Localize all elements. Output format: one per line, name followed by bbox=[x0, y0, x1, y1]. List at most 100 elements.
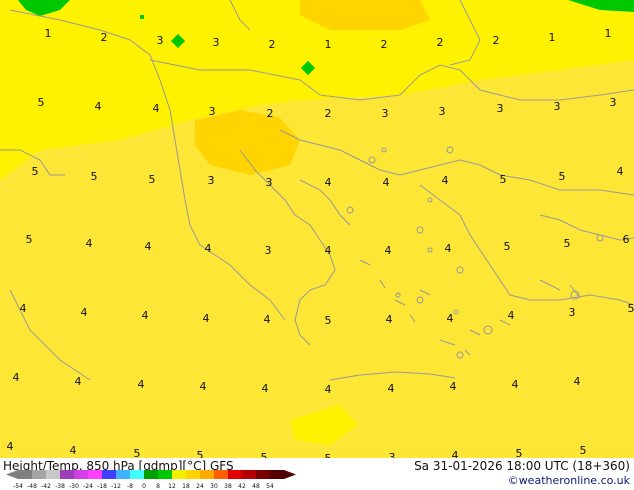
colorbar-tick: -38 bbox=[55, 483, 65, 490]
value-label: 2 bbox=[493, 34, 500, 47]
forecast-datetime: Sa 31-01-2026 18:00 UTC (18+360) bbox=[414, 459, 630, 473]
colorbar-min-arrow bbox=[6, 470, 18, 479]
colorbar-max-arrow bbox=[284, 470, 296, 479]
value-label: 4 bbox=[205, 242, 212, 255]
colorbar-swatch bbox=[46, 470, 60, 479]
value-label: 3 bbox=[382, 107, 389, 120]
colorbar-tick: 38 bbox=[224, 483, 232, 490]
value-label: 2 bbox=[437, 36, 444, 49]
value-label: 3 bbox=[266, 176, 273, 189]
colorbar-tick: -48 bbox=[27, 483, 37, 490]
colorbar-tick: 18 bbox=[182, 483, 190, 490]
value-label: 3 bbox=[569, 306, 576, 319]
colorbar-swatch bbox=[158, 470, 172, 479]
value-label: 5 bbox=[325, 314, 332, 327]
value-label: 4 bbox=[95, 100, 102, 113]
colorbar-tick: -18 bbox=[97, 483, 107, 490]
value-label: 4 bbox=[445, 242, 452, 255]
value-label: 3 bbox=[497, 102, 504, 115]
value-label: 4 bbox=[508, 309, 515, 322]
value-label: 4 bbox=[86, 237, 93, 250]
value-label: 3 bbox=[208, 174, 215, 187]
value-label: 3 bbox=[157, 34, 164, 47]
value-label: 1 bbox=[549, 31, 556, 44]
value-label: 4 bbox=[383, 176, 390, 189]
value-label: 5 bbox=[628, 302, 634, 315]
colorbar-swatch bbox=[172, 470, 186, 479]
value-label: 5 bbox=[559, 170, 566, 183]
colorbar-tick: -8 bbox=[127, 483, 133, 490]
value-label: 5 bbox=[504, 240, 511, 253]
colorbar-swatch bbox=[116, 470, 130, 479]
value-label: 4 bbox=[203, 312, 210, 325]
colorbar-tick: 24 bbox=[196, 483, 204, 490]
colorbar-swatch bbox=[270, 470, 284, 479]
value-label: 2 bbox=[101, 31, 108, 44]
value-label: 4 bbox=[574, 375, 581, 388]
colorbar-tick: -54 bbox=[13, 483, 23, 490]
colorbar-swatch bbox=[256, 470, 270, 479]
value-label: 2 bbox=[325, 107, 332, 120]
value-label: 5 bbox=[38, 96, 45, 109]
colorbar-tick: -42 bbox=[41, 483, 51, 490]
value-label: 5 bbox=[91, 170, 98, 183]
value-label: 5 bbox=[500, 173, 507, 186]
value-label: 4 bbox=[142, 309, 149, 322]
value-label: 4 bbox=[386, 313, 393, 326]
value-label: 3 bbox=[439, 105, 446, 118]
value-label: 4 bbox=[200, 380, 207, 393]
colorbar-ticks: -54 -48 -42 -38 -30 -24 -18 -12 -8 0 8 12 18 24 30 38 42… bbox=[13, 483, 274, 490]
colorbar-swatch bbox=[228, 470, 242, 479]
colorbar-swatch bbox=[88, 470, 102, 479]
weather-map[interactable]: 1 2 3 3 2 1 2 2 2 1 1 5 4 4 3 2 2 3 3 3 3 3 5 5 5 3 3 4 4 4 5 5 4 5 4 4 4 3 4 4… bbox=[0, 0, 634, 458]
colorbar-swatch bbox=[242, 470, 256, 479]
colorbar-swatch bbox=[102, 470, 116, 479]
value-label: 4 bbox=[452, 449, 459, 458]
colorbar-swatch bbox=[144, 470, 158, 479]
value-label: 4 bbox=[617, 165, 624, 178]
colorbar-swatch bbox=[130, 470, 144, 479]
value-label: 4 bbox=[442, 174, 449, 187]
colorbar-tick: -30 bbox=[69, 483, 79, 490]
value-label: 4 bbox=[138, 378, 145, 391]
colorbar-tick: -12 bbox=[111, 483, 121, 490]
value-label: 2 bbox=[267, 107, 274, 120]
value-label: 4 bbox=[7, 440, 14, 453]
colorbar-tick: 54 bbox=[266, 483, 274, 490]
colorbar-swatch bbox=[186, 470, 200, 479]
colorbar-swatch bbox=[60, 470, 74, 479]
colorbar-tick: 42 bbox=[238, 483, 246, 490]
value-label: 3 bbox=[610, 96, 617, 109]
value-label: 5 bbox=[149, 173, 156, 186]
value-label: 4 bbox=[81, 306, 88, 319]
value-label: 4 bbox=[264, 313, 271, 326]
colorbar-swatch bbox=[74, 470, 88, 479]
value-label: 4 bbox=[70, 444, 77, 457]
value-label: 1 bbox=[605, 27, 612, 40]
value-label: 3 bbox=[265, 244, 272, 257]
value-label: 3 bbox=[389, 451, 396, 458]
value-label: 2 bbox=[381, 38, 388, 51]
value-label: 3 bbox=[554, 100, 561, 113]
value-label: 5 bbox=[580, 444, 587, 457]
colorbar-tick: 48 bbox=[252, 483, 260, 490]
credit-link[interactable]: ©weatheronline.co.uk bbox=[508, 474, 630, 487]
colorbar-tick: -24 bbox=[83, 483, 93, 490]
value-label: 4 bbox=[145, 240, 152, 253]
value-label: 4 bbox=[325, 383, 332, 396]
value-label: 4 bbox=[450, 380, 457, 393]
colorbar-swatch bbox=[200, 470, 214, 479]
colorbar-tick: 30 bbox=[210, 483, 218, 490]
value-label: 5 bbox=[26, 233, 33, 246]
colorbar-swatches bbox=[6, 470, 296, 479]
green-dot-3 bbox=[140, 15, 144, 19]
value-label: 4 bbox=[262, 382, 269, 395]
value-label: 4 bbox=[325, 176, 332, 189]
map-view: 1233212221154432233333555334445545444344… bbox=[0, 0, 634, 490]
value-label: 3 bbox=[209, 105, 216, 118]
value-label: 5 bbox=[516, 447, 523, 458]
value-label: 5 bbox=[261, 451, 268, 458]
colorbar-swatch bbox=[214, 470, 228, 479]
value-label: 4 bbox=[325, 244, 332, 257]
value-label: 4 bbox=[385, 244, 392, 257]
